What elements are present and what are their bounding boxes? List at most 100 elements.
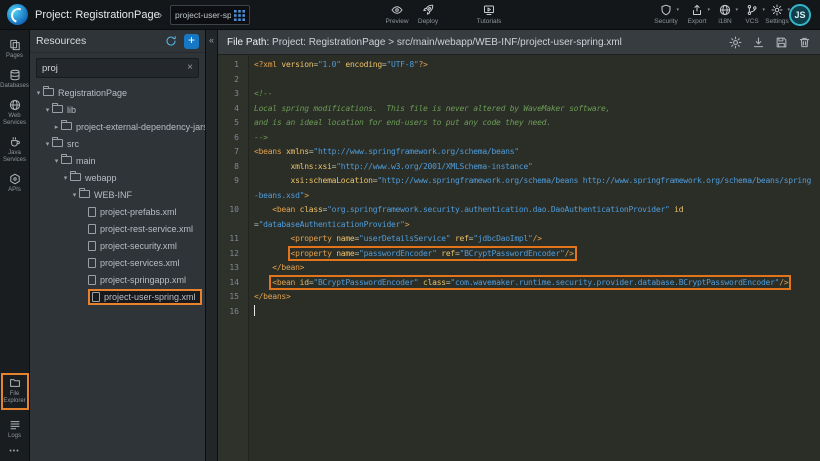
tree-item-body: project-springapp.xml [88, 275, 186, 285]
security-menu[interactable]: ▾ Security [650, 3, 682, 25]
trash-icon [798, 36, 811, 49]
line-number: 1 [218, 58, 248, 73]
code-line[interactable]: ="databaseAuthenticationProvider"> [218, 218, 820, 233]
tree-item-file[interactable]: project-prefabs.xml [30, 203, 205, 220]
code-line[interactable]: -beans.xsd"> [218, 189, 820, 204]
open-file-tab[interactable]: project-user-spring.... [170, 5, 250, 25]
deploy-button[interactable]: Deploy [412, 3, 444, 25]
tree-item-folder[interactable]: ▾RegistrationPage [30, 84, 205, 101]
branch-icon [746, 4, 758, 16]
file-icon [88, 241, 96, 251]
tree-item-file[interactable]: project-springapp.xml [30, 271, 205, 288]
code-line[interactable]: 11 <property name="userDetailsService" r… [218, 232, 820, 247]
code-line[interactable]: 4Local spring modifications. This file i… [218, 102, 820, 117]
tree-item-label: project-prefabs.xml [100, 207, 177, 217]
coffee-icon [9, 136, 21, 148]
sidebar-item-apis[interactable]: APIs [1, 173, 29, 194]
file-icon [92, 292, 100, 302]
tree-item-label: project-user-spring.xml [104, 292, 196, 302]
tree-item-file[interactable]: project-rest-service.xml [30, 220, 205, 237]
code-line-text: </bean> [248, 261, 304, 276]
expanded-arrow-icon[interactable]: ▾ [70, 191, 79, 199]
sidebar-item-logs[interactable]: Logs [1, 419, 29, 440]
collapsed-arrow-icon[interactable]: ▸ [52, 123, 61, 131]
clear-search-icon[interactable]: × [187, 63, 193, 73]
tree-item-folder[interactable]: ▾WEB-INF [30, 186, 205, 203]
download-button[interactable] [752, 36, 765, 49]
editor-settings-button[interactable] [729, 36, 742, 49]
code-line[interactable]: 14 <bean id="BCryptPasswordEncoder" clas… [218, 276, 820, 291]
tree-item-file[interactable]: project-services.xml [30, 254, 205, 271]
tutorials-button[interactable]: Tutorials [473, 3, 505, 25]
tutorial-video-icon [483, 4, 495, 16]
tree-item-body: lib [52, 105, 76, 115]
code-line[interactable]: 6--> [218, 131, 820, 146]
code-line-text: <!-- [248, 87, 272, 102]
line-number: 7 [218, 145, 248, 160]
sidebar-item-java-services[interactable]: Java Services [1, 136, 29, 164]
expanded-arrow-icon[interactable]: ▾ [34, 89, 43, 97]
sidebar-item-databases[interactable]: Databases [1, 69, 29, 90]
line-number: 9 [218, 174, 248, 189]
code-line[interactable]: 16 [218, 305, 820, 320]
code-line[interactable]: 9 xsi:schemaLocation="http://www.springf… [218, 174, 820, 189]
file-icon [88, 224, 96, 234]
gear-icon [771, 4, 783, 16]
tree-item-label: webapp [85, 173, 117, 183]
code-line[interactable]: 8 xmlns:xsi="http://www.w3.org/2001/XMLS… [218, 160, 820, 175]
code-line[interactable]: 13 </bean> [218, 261, 820, 276]
tree-item-folder[interactable]: ▾lib [30, 101, 205, 118]
code-line[interactable]: 10 <bean class="org.springframework.secu… [218, 203, 820, 218]
topbar: Project: RegistrationPage › project-user… [0, 0, 820, 30]
code-line-text: and is an ideal location for end-users t… [248, 116, 551, 131]
more-options-icon[interactable]: ••• [9, 448, 19, 455]
tutorials-label: Tutorials [477, 18, 502, 25]
tree-item-body: project-user-spring.xml [88, 289, 202, 305]
collapse-panel-icon[interactable]: « [206, 30, 217, 50]
tree-item-body: src [52, 139, 79, 149]
tree-item-label: project-services.xml [100, 258, 180, 268]
refresh-button[interactable] [165, 35, 177, 47]
code-line[interactable]: 3<!-- [218, 87, 820, 102]
expanded-arrow-icon[interactable]: ▾ [61, 174, 70, 182]
line-number: 13 [218, 261, 248, 276]
editor-actions [729, 36, 811, 49]
delete-button[interactable] [798, 36, 811, 49]
code-line[interactable]: 15</beans> [218, 290, 820, 305]
code-line[interactable]: 1<?xml version="1.0" encoding="UTF-8"?> [218, 58, 820, 73]
tree-item-folder[interactable]: ▾main [30, 152, 205, 169]
wavemaker-logo[interactable] [7, 4, 28, 25]
expanded-arrow-icon[interactable]: ▾ [43, 106, 52, 114]
resource-tree: ▾RegistrationPage▾lib▸project-external-d… [30, 82, 205, 461]
rocket-icon [422, 4, 434, 16]
expanded-arrow-icon[interactable]: ▾ [43, 140, 52, 148]
tree-item-file[interactable]: project-user-spring.xml [30, 288, 205, 305]
code-line-text: <bean id="BCryptPasswordEncoder" class="… [248, 276, 788, 291]
folder-icon [61, 122, 72, 130]
expanded-arrow-icon[interactable]: ▾ [52, 157, 61, 165]
preview-button[interactable]: Preview [381, 3, 413, 25]
sidebar-item-pages[interactable]: Pages [1, 39, 29, 60]
user-avatar[interactable]: JS [789, 4, 811, 26]
code-line[interactable]: 2 [218, 73, 820, 88]
add-resource-button[interactable]: + [184, 34, 199, 49]
sidebar-item-web-services[interactable]: Web Services [1, 99, 29, 127]
resources-panel: Resources + × ▾RegistrationPage▾lib▸proj… [30, 30, 206, 461]
search-area: × [30, 53, 205, 82]
code-line[interactable]: 5and is an ideal location for end-users … [218, 116, 820, 131]
line-number: 4 [218, 102, 248, 117]
code-line[interactable]: 12 <property name="passwordEncoder" ref=… [218, 247, 820, 262]
code-area[interactable]: 1<?xml version="1.0" encoding="UTF-8"?>2… [218, 55, 820, 461]
search-input[interactable] [42, 63, 183, 74]
file-path: File Path: Project: RegistrationPage > s… [227, 37, 721, 48]
folder-icon [43, 88, 54, 96]
tree-item-folder[interactable]: ▾ webapp [30, 169, 205, 186]
code-line-text: <property name="userDetailsService" ref=… [248, 232, 542, 247]
save-button[interactable] [775, 36, 788, 49]
sidebar-item-file-explorer[interactable]: File Explorer [1, 373, 29, 410]
tree-item-folder[interactable]: ▸project-external-dependency-jars [30, 118, 205, 135]
tree-item-file[interactable]: project-security.xml [30, 237, 205, 254]
tree-item-label: project-security.xml [100, 241, 177, 251]
tree-item-folder[interactable]: ▾src [30, 135, 205, 152]
code-line[interactable]: 7<beans xmlns="http://www.springframewor… [218, 145, 820, 160]
